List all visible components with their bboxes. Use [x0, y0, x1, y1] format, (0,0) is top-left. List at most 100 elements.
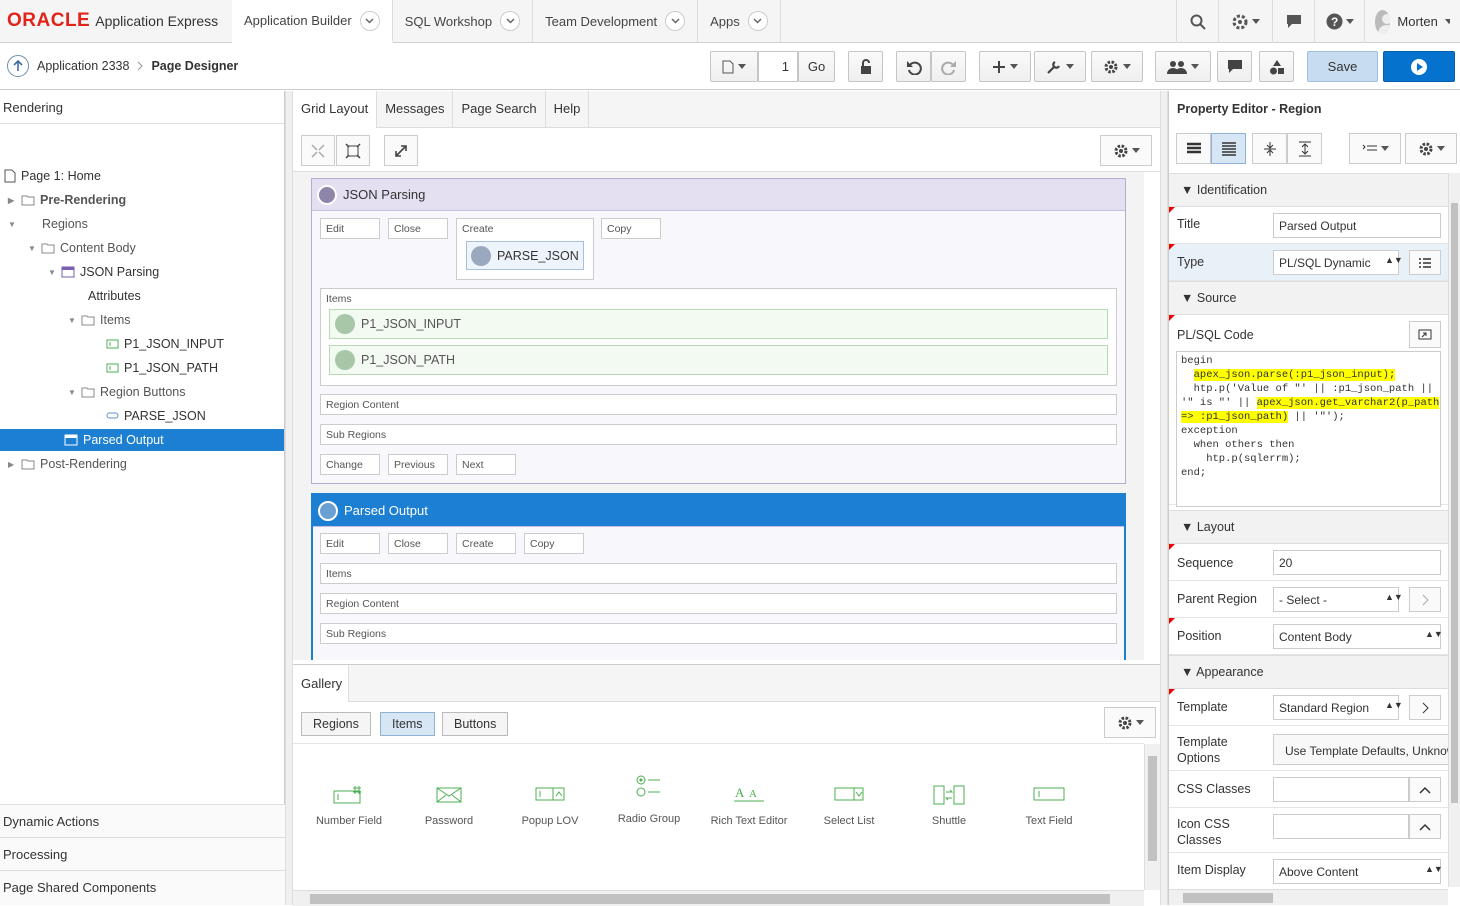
tree-node-content-body[interactable]: ▼ Content Body — [28, 237, 136, 259]
shared-components-button[interactable] — [1091, 51, 1143, 82]
save-button[interactable]: Save — [1307, 51, 1378, 82]
gallery-settings-button[interactable] — [1104, 707, 1156, 738]
tab-grid-layout[interactable]: Grid Layout — [293, 91, 378, 128]
slot-close[interactable]: Close — [388, 533, 448, 554]
region-header[interactable]: Parsed Output — [313, 495, 1124, 527]
property-horizontal-scrollbar[interactable] — [1169, 889, 1448, 905]
code-editor-button[interactable] — [1409, 321, 1441, 348]
tab-apps[interactable]: Apps — [698, 0, 781, 42]
property-settings-button[interactable] — [1405, 133, 1457, 164]
utilities-menu-button[interactable] — [1034, 51, 1086, 82]
undo-button[interactable] — [896, 51, 931, 82]
gallery-vertical-scrollbar[interactable] — [1144, 744, 1160, 890]
user-menu[interactable]: Morten — [1364, 0, 1460, 43]
type-select[interactable]: PL/SQL Dynamic — [1273, 250, 1399, 275]
show-common-button[interactable] — [1211, 133, 1246, 164]
fit-icon[interactable] — [336, 135, 370, 166]
gallery-horizontal-scrollbar[interactable] — [293, 890, 1144, 906]
gallery-item-text-field[interactable]: Text Field — [1004, 785, 1094, 827]
tree-node-page[interactable]: Page 1: Home — [4, 165, 101, 187]
oracle-apex-logo[interactable]: ORACLE Application Express — [0, 0, 232, 42]
left-splitter[interactable] — [285, 91, 293, 905]
gallery-item-password[interactable]: Password — [404, 785, 494, 827]
slot-copy[interactable]: Copy — [601, 218, 661, 239]
page-number-input[interactable]: 1 — [758, 51, 798, 82]
item-p1-json-path[interactable]: P1_JSON_PATH — [329, 345, 1108, 375]
chevron-down-icon[interactable] — [665, 11, 686, 31]
chevron-down-icon[interactable] — [359, 10, 380, 31]
tree-node-items[interactable]: ▼ Items — [68, 309, 131, 331]
tree-node-parse-json[interactable]: PARSE_JSON — [106, 405, 206, 427]
tree-node-json-parsing[interactable]: ▼ JSON Parsing — [48, 261, 159, 283]
template-go-button[interactable] — [1409, 695, 1441, 720]
slot-items[interactable]: Items P1_JSON_INPUT P1_JSON_PATH — [320, 288, 1117, 386]
icon-picker-button[interactable] — [1409, 814, 1441, 839]
dynamic-actions-tab[interactable]: Dynamic Actions — [0, 804, 285, 837]
run-page-button[interactable] — [1383, 51, 1455, 82]
up-arrow-icon[interactable] — [7, 55, 29, 77]
redo-button[interactable] — [931, 51, 966, 82]
slot-copy[interactable]: Copy — [524, 533, 584, 554]
expand-icon[interactable] — [384, 135, 418, 166]
region-parsed-output[interactable]: Parsed Output Edit Close Create Copy Ite… — [311, 493, 1126, 660]
slot-create[interactable]: Create — [456, 533, 516, 554]
collapse-all-button[interactable] — [1252, 133, 1287, 164]
feedback-chat-icon[interactable] — [1272, 0, 1314, 43]
processing-tab[interactable]: Processing — [0, 837, 285, 870]
plsql-code-editor[interactable]: begin apex_json.parse(:p1_json_input); h… — [1176, 351, 1441, 507]
tree-node-p1-json-path[interactable]: P1_JSON_PATH — [106, 357, 218, 379]
property-scrollbar[interactable] — [1448, 173, 1460, 887]
slot-edit[interactable]: Edit — [320, 533, 380, 554]
template-select[interactable]: Standard Region — [1273, 695, 1399, 720]
gallery-items-button[interactable]: Items — [380, 712, 435, 736]
comments-button[interactable] — [1217, 51, 1252, 82]
tree-node-post-rendering[interactable]: ▶ Post-Rendering — [8, 453, 127, 475]
page-shared-components-tab[interactable]: Page Shared Components — [0, 870, 285, 905]
lock-button[interactable] — [848, 51, 883, 82]
gallery-buttons-button[interactable]: Buttons — [442, 712, 509, 736]
tree-node-regions[interactable]: ▼ Regions — [8, 213, 88, 235]
show-all-button[interactable] — [1176, 133, 1211, 164]
parent-region-go-button[interactable] — [1409, 587, 1441, 612]
gallery-item-shuttle[interactable]: Shuttle — [904, 785, 994, 827]
rendering-tab[interactable]: Rendering — [0, 91, 284, 124]
css-classes-picker-button[interactable] — [1409, 777, 1441, 802]
tab-application-builder[interactable]: Application Builder — [232, 0, 393, 43]
icon-css-classes-input[interactable] — [1273, 814, 1409, 839]
slot-next[interactable]: Next — [456, 454, 516, 475]
administration-gear-icon[interactable] — [1218, 0, 1272, 43]
template-options-button[interactable]: Use Template Defaults, Unknown — [1273, 734, 1453, 765]
item-display-select[interactable]: Above Content — [1273, 859, 1441, 884]
tree-node-region-buttons[interactable]: ▼ Region Buttons — [68, 381, 185, 403]
slot-create[interactable]: Create PARSE_JSON — [456, 218, 594, 280]
breadcrumb-application[interactable]: Application 2338 — [37, 59, 129, 73]
gallery-item-number-field[interactable]: Number Field — [304, 785, 394, 827]
create-menu-button[interactable] — [979, 51, 1031, 82]
parent-region-select[interactable]: - Select - — [1273, 587, 1399, 612]
section-layout[interactable]: ▼ Layout — [1169, 510, 1448, 544]
section-appearance[interactable]: ▼ Appearance — [1169, 655, 1448, 689]
gallery-item-rich-text-editor[interactable]: A A Rich Text Editor — [704, 785, 794, 827]
help-icon[interactable]: ? — [1314, 0, 1364, 43]
slot-sub-regions[interactable]: Sub Regions — [320, 623, 1117, 644]
search-icon[interactable] — [1176, 0, 1218, 43]
shared-objects-button[interactable] — [1259, 51, 1294, 82]
tab-help[interactable]: Help — [546, 91, 590, 127]
go-to-group-button[interactable] — [1349, 133, 1401, 164]
title-input[interactable]: Parsed Output — [1273, 213, 1441, 238]
collapse-icon[interactable] — [301, 135, 335, 166]
region-json-parsing[interactable]: JSON Parsing Edit Close Create PARSE_JSO… — [311, 178, 1126, 484]
slot-close[interactable]: Close — [388, 218, 448, 239]
slot-items[interactable]: Items — [320, 563, 1117, 584]
button-parse-json[interactable]: PARSE_JSON — [466, 241, 584, 270]
tab-gallery[interactable]: Gallery — [293, 665, 349, 702]
tab-sql-workshop[interactable]: SQL Workshop — [393, 0, 534, 42]
right-splitter[interactable] — [1160, 91, 1168, 905]
page-selector-button[interactable] — [710, 51, 758, 82]
section-identification[interactable]: ▼ Identification — [1169, 173, 1448, 207]
chevron-down-icon[interactable] — [747, 11, 768, 31]
sequence-input[interactable]: 20 — [1273, 550, 1441, 575]
slot-edit[interactable]: Edit — [320, 218, 380, 239]
position-select[interactable]: Content Body — [1273, 624, 1441, 649]
gallery-regions-button[interactable]: Regions — [301, 712, 371, 736]
